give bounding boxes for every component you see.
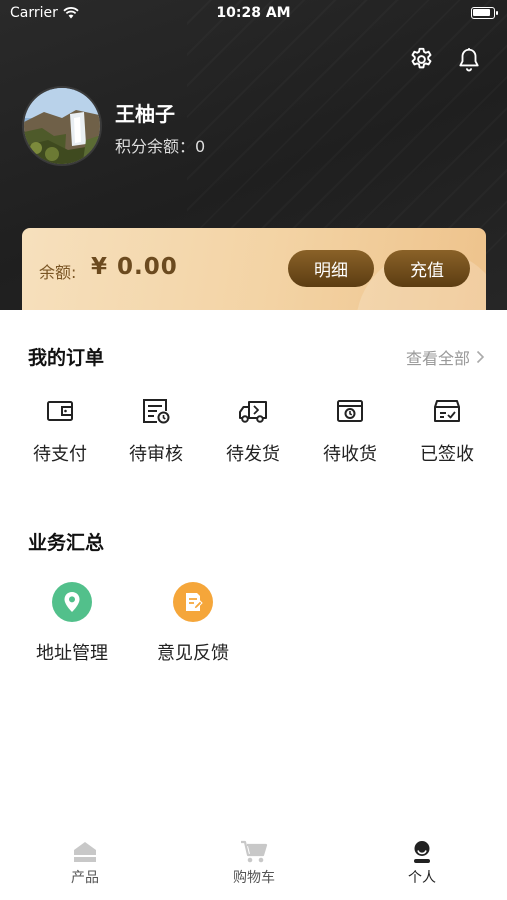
order-status-label: 待收货 <box>323 444 377 465</box>
feedback-edit-icon <box>186 593 203 611</box>
status-time: 10:28 AM <box>216 5 291 21</box>
home-icon <box>74 842 96 862</box>
review-doc-icon <box>143 399 170 424</box>
order-status-label: 已签收 <box>420 444 474 465</box>
feedback-label: 意见反馈 <box>157 643 229 664</box>
tab-products[interactable]: 产品 <box>25 840 145 887</box>
order-status-label: 待发货 <box>226 444 280 465</box>
chevron-right-icon <box>476 350 485 364</box>
settings-button[interactable] <box>406 44 436 74</box>
user-name: 王柚子 <box>115 102 175 126</box>
cart-icon <box>241 840 268 863</box>
tab-profile[interactable]: 个人 <box>362 840 482 887</box>
location-pin-icon <box>64 592 80 612</box>
tab-cart[interactable]: 购物车 <box>194 840 314 887</box>
tab-products-label: 产品 <box>71 870 99 886</box>
balance-card: 余额: ¥ 0.00 明细 充值 <box>22 228 486 310</box>
battery-icon <box>471 7 498 19</box>
avatar[interactable] <box>22 86 102 166</box>
tab-profile-label: 个人 <box>408 870 436 886</box>
order-status-pending-shipment[interactable]: 待发货 <box>205 396 301 466</box>
person-icon <box>414 841 430 863</box>
see-all-label: 查看全部 <box>405 349 470 368</box>
gear-icon <box>411 47 431 68</box>
see-all-orders-link[interactable]: 查看全部 <box>406 345 485 369</box>
recharge-button[interactable]: 充值 <box>384 250 470 287</box>
balance-amount: ¥ 0.00 <box>91 254 178 280</box>
signed-box-icon <box>434 400 460 422</box>
feedback-item[interactable]: 意见反馈 <box>143 582 243 665</box>
status-bar: Carrier 10:28 AM <box>0 0 507 28</box>
order-status-signed[interactable]: 已签收 <box>399 396 495 466</box>
header-texture <box>187 0 507 260</box>
wallet-icon <box>47 401 73 421</box>
receive-box-icon <box>337 400 363 422</box>
content-panel: 我的订单 查看全部 待支付 待审核 待发货 待收货 已签收 业务汇总 地址管理 … <box>0 310 507 830</box>
order-status-label: 待支付 <box>33 444 87 465</box>
truck-icon <box>239 401 267 423</box>
address-management-item[interactable]: 地址管理 <box>22 582 122 665</box>
bell-icon <box>459 47 479 71</box>
bottom-tab-bar: 产品 购物车 个人 <box>0 834 507 900</box>
order-status-label: 待审核 <box>129 444 183 465</box>
feedback-icon-circle <box>173 582 213 622</box>
tab-cart-label: 购物车 <box>233 870 275 886</box>
address-management-label: 地址管理 <box>36 643 108 664</box>
detail-button[interactable]: 明细 <box>288 250 374 287</box>
business-section-title: 业务汇总 <box>28 532 105 554</box>
points-balance: 积分余额：0 <box>115 137 206 156</box>
address-icon-circle <box>52 582 92 622</box>
balance-label: 余额: <box>39 263 77 282</box>
order-status-pending-review[interactable]: 待审核 <box>108 396 204 466</box>
order-status-pending-receipt[interactable]: 待收货 <box>302 396 398 466</box>
order-status-pending-payment[interactable]: 待支付 <box>12 396 108 466</box>
notification-button[interactable] <box>454 44 484 74</box>
orders-section-title: 我的订单 <box>28 347 105 369</box>
